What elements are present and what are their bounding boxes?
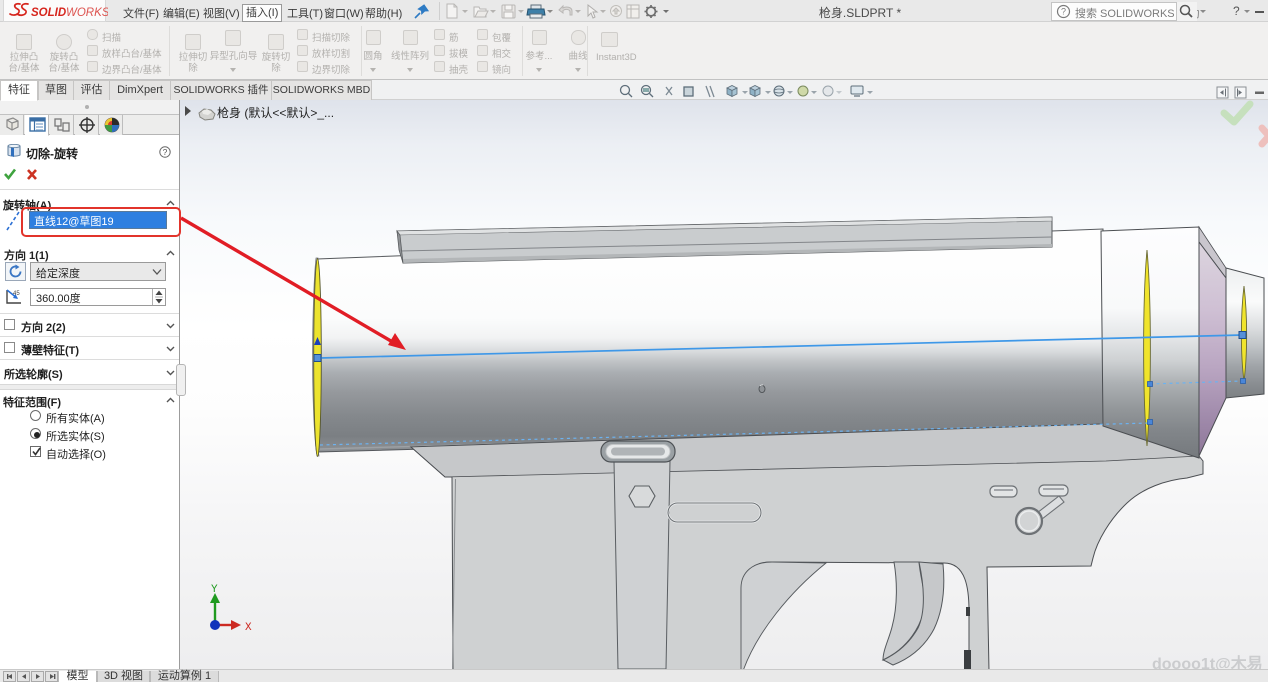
svg-text:枪身 (默认<<默认>_...: 枪身 (默认<<默认>_... xyxy=(217,105,334,120)
svg-text:X: X xyxy=(245,622,252,634)
svg-text:Y: Y xyxy=(211,584,218,596)
svg-text:?: ? xyxy=(163,147,168,157)
svg-text:45: 45 xyxy=(13,291,20,297)
svg-text:WORKS: WORKS xyxy=(66,7,108,19)
svg-text:SOLID: SOLID xyxy=(31,7,66,19)
svg-text:?: ? xyxy=(1061,7,1066,17)
svg-text:doooo1t@木易: doooo1t@木易 xyxy=(1152,654,1263,669)
